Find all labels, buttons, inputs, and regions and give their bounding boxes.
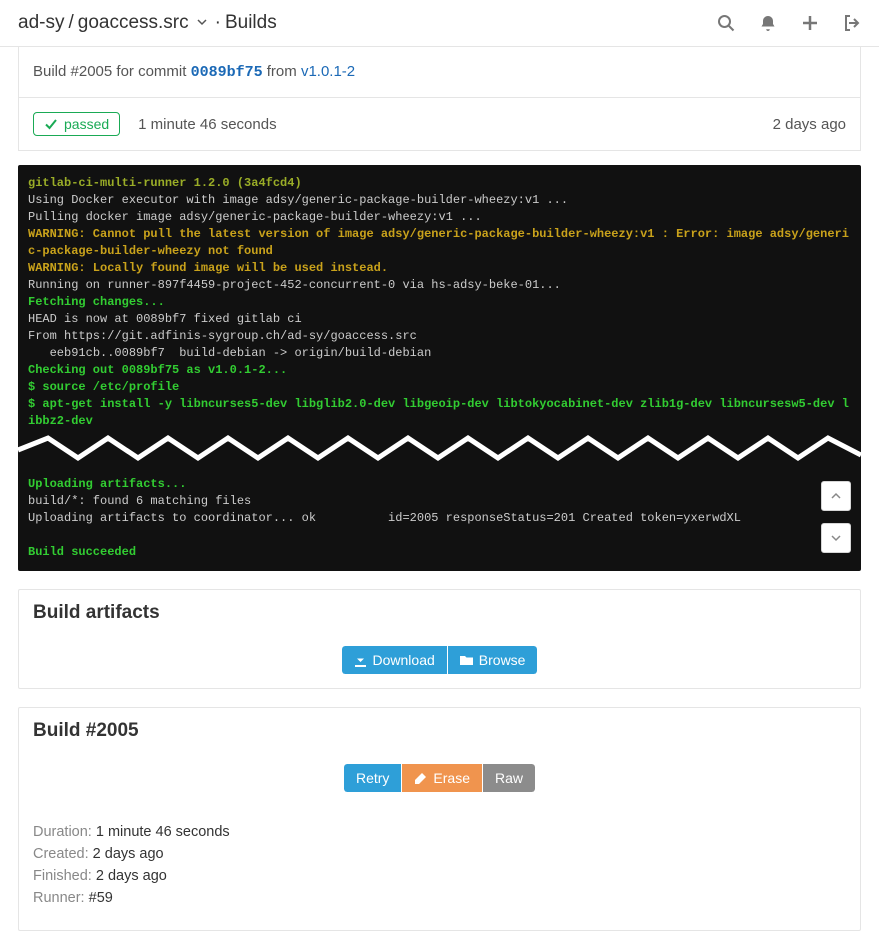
terminal-output: gitlab-ci-multi-runner 1.2.0 (3a4fcd4) U… xyxy=(18,165,861,440)
build-panel: Build #2005 Retry Erase Raw Duration: 1 … xyxy=(18,707,861,931)
folder-icon xyxy=(460,654,473,667)
separator-dot: · xyxy=(215,12,221,34)
duration-text: 1 minute 46 seconds xyxy=(138,116,276,133)
finished-label: Finished: xyxy=(33,868,96,884)
build-panel-heading: Build #2005 xyxy=(19,708,860,754)
download-button[interactable]: Download xyxy=(342,646,447,674)
status-badge: passed xyxy=(33,112,120,136)
build-log: gitlab-ci-multi-runner 1.2.0 (3a4fcd4) U… xyxy=(18,165,861,571)
log-line: WARNING: Locally found image will be use… xyxy=(28,261,388,275)
topbar: ad-sy / goaccess.src · Builds xyxy=(0,0,879,47)
log-line: Fetching changes... xyxy=(28,295,165,309)
download-icon xyxy=(354,654,367,667)
log-line: $ apt-get install -y libncurses5-dev lib… xyxy=(28,397,849,428)
scroll-up-button[interactable] xyxy=(821,481,851,511)
eraser-icon xyxy=(414,772,427,785)
retry-button[interactable]: Retry xyxy=(344,764,401,792)
chevron-down-icon xyxy=(831,533,841,543)
breadcrumb: ad-sy / goaccess.src · Builds xyxy=(18,12,277,34)
terminal-output-lower: Uploading artifacts... build/*: found 6 … xyxy=(18,466,861,571)
chevron-down-icon[interactable] xyxy=(197,17,207,30)
finished-value: 2 days ago xyxy=(96,868,167,884)
raw-label: Raw xyxy=(495,770,523,786)
browse-button[interactable]: Browse xyxy=(448,646,538,674)
log-line: HEAD is now at 0089bf7 fixed gitlab ci xyxy=(28,312,302,326)
status-label: passed xyxy=(64,116,109,132)
log-line: Uploading artifacts... xyxy=(28,477,186,491)
build-meta: Duration: 1 minute 46 seconds Created: 2… xyxy=(19,806,860,930)
scroll-down-button[interactable] xyxy=(821,523,851,553)
build-header-middle: from xyxy=(263,63,301,80)
log-line: Build succeeded xyxy=(28,545,136,559)
log-line: Running on runner-897f4459-project-452-c… xyxy=(28,278,561,292)
log-line: gitlab-ci-multi-runner 1.2.0 (3a4fcd4) xyxy=(28,176,302,190)
log-line: Uploading artifacts to coordinator... ok… xyxy=(28,511,741,525)
artifacts-heading: Build artifacts xyxy=(19,590,860,636)
runner-value: #59 xyxy=(89,890,113,906)
duration-label: Duration: xyxy=(33,824,96,840)
namespace-link[interactable]: ad-sy xyxy=(18,12,64,34)
section-label[interactable]: Builds xyxy=(225,12,277,34)
retry-label: Retry xyxy=(356,770,389,786)
log-line: From https://git.adfinis-sygroup.ch/ad-s… xyxy=(28,329,417,343)
chevron-up-icon xyxy=(831,491,841,501)
browse-label: Browse xyxy=(479,652,526,668)
commit-link[interactable]: 0089bf75 xyxy=(191,64,263,81)
build-header-prefix: Build #2005 for commit xyxy=(33,63,191,80)
download-label: Download xyxy=(373,652,435,668)
search-icon[interactable] xyxy=(717,14,735,32)
log-line: Pulling docker image adsy/generic-packag… xyxy=(28,210,482,224)
plus-icon[interactable] xyxy=(801,14,819,32)
bell-icon[interactable] xyxy=(759,14,777,32)
duration-value: 1 minute 46 seconds xyxy=(96,824,230,840)
log-line: WARNING: Cannot pull the latest version … xyxy=(28,227,849,258)
scroll-buttons xyxy=(821,481,851,553)
created-value: 2 days ago xyxy=(93,846,164,862)
artifacts-panel: Build artifacts Download Browse xyxy=(18,589,861,689)
topbar-actions xyxy=(717,14,861,32)
separator: / xyxy=(68,12,73,34)
log-line: $ source /etc/profile xyxy=(28,380,179,394)
log-line: Checking out 0089bf75 as v1.0.1-2... xyxy=(28,363,287,377)
log-line: build/*: found 6 matching files xyxy=(28,494,251,508)
erase-button[interactable]: Erase xyxy=(402,764,482,792)
created-label: Created: xyxy=(33,846,93,862)
log-line: eeb91cb..0089bf7 build-debian -> origin/… xyxy=(28,346,431,360)
project-link[interactable]: goaccess.src xyxy=(78,12,189,34)
sign-out-icon[interactable] xyxy=(843,14,861,32)
log-truncation-indicator xyxy=(18,436,861,470)
log-line: Using Docker executor with image adsy/ge… xyxy=(28,193,568,207)
time-ago: 2 days ago xyxy=(773,116,846,133)
check-icon xyxy=(44,117,58,131)
build-header: Build #2005 for commit 0089bf75 from v1.… xyxy=(18,47,861,98)
raw-button[interactable]: Raw xyxy=(483,764,535,792)
erase-label: Erase xyxy=(433,770,470,786)
build-status-row: passed 1 minute 46 seconds 2 days ago xyxy=(18,98,861,151)
runner-label: Runner: xyxy=(33,890,89,906)
ref-link[interactable]: v1.0.1-2 xyxy=(301,63,355,80)
